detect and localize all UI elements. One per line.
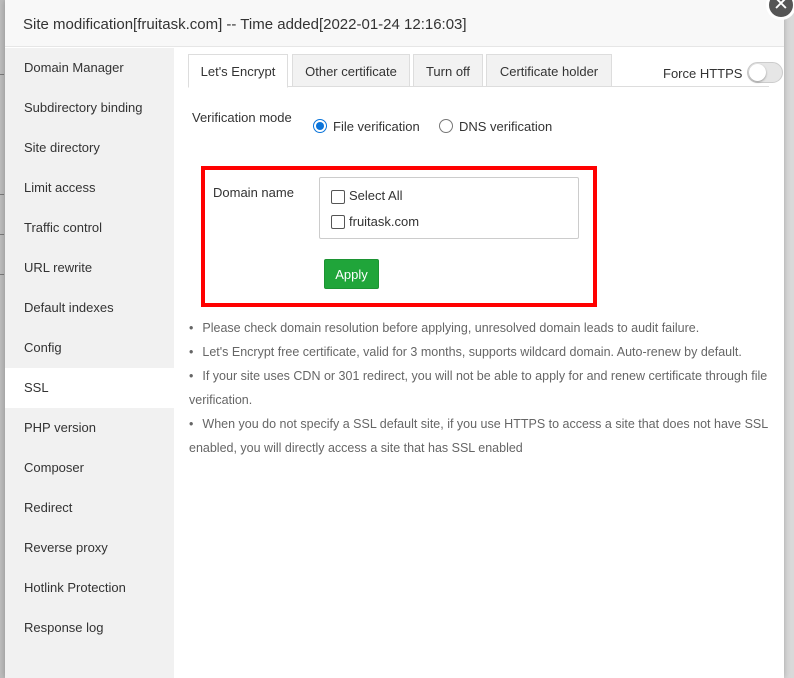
backdrop-mark	[0, 234, 4, 235]
sidebar-item-reverse-proxy[interactable]: Reverse proxy	[5, 528, 174, 568]
domain-checkbox-label[interactable]: fruitask.com	[349, 214, 419, 229]
tab-certificate-holder[interactable]: Certificate holder	[486, 54, 612, 87]
backdrop-mark	[0, 274, 4, 275]
site-modification-dialog: Site modification[fruitask.com] -- Time …	[5, 0, 784, 678]
ssl-notes: Please check domain resolution before ap…	[189, 316, 769, 460]
sidebar: Domain Manager Subdirectory binding Site…	[5, 48, 174, 678]
file-verification-label[interactable]: File verification	[333, 119, 420, 134]
backdrop-mark	[0, 194, 4, 195]
apply-button[interactable]: Apply	[324, 259, 379, 289]
tab-turn-off[interactable]: Turn off	[413, 54, 483, 87]
verification-mode-label: Verification mode	[192, 110, 292, 125]
toggle-knob	[749, 64, 766, 81]
sidebar-item-redirect[interactable]: Redirect	[5, 488, 174, 528]
ssl-tabs: Let's Encrypt Other certificate Turn off…	[188, 54, 783, 88]
backdrop-mark	[0, 74, 4, 75]
force-https-label: Force HTTPS	[663, 66, 743, 81]
sidebar-item-composer[interactable]: Composer	[5, 448, 174, 488]
sidebar-item-php-version[interactable]: PHP version	[5, 408, 174, 448]
select-all-checkbox[interactable]	[331, 190, 345, 204]
dialog-title: Site modification[fruitask.com] -- Time …	[5, 0, 784, 47]
ssl-panel: Let's Encrypt Other certificate Turn off…	[174, 48, 784, 678]
note-item: If your site uses CDN or 301 redirect, y…	[189, 364, 769, 412]
tab-lets-encrypt[interactable]: Let's Encrypt	[188, 54, 288, 88]
note-item: When you do not specify a SSL default si…	[189, 412, 769, 460]
select-all-label[interactable]: Select All	[349, 188, 402, 203]
sidebar-item-ssl[interactable]: SSL	[5, 368, 174, 408]
dns-verification-label[interactable]: DNS verification	[459, 119, 552, 134]
dns-verification-radio[interactable]	[439, 119, 453, 133]
backdrop-right	[784, 0, 794, 678]
sidebar-item-response-log[interactable]: Response log	[5, 608, 174, 648]
domain-name-label: Domain name	[213, 185, 294, 200]
sidebar-item-domain-manager[interactable]: Domain Manager	[5, 48, 174, 88]
file-verification-radio[interactable]	[313, 119, 327, 133]
sidebar-item-site-directory[interactable]: Site directory	[5, 128, 174, 168]
sidebar-item-url-rewrite[interactable]: URL rewrite	[5, 248, 174, 288]
note-item: Please check domain resolution before ap…	[189, 316, 769, 340]
sidebar-item-subdirectory-binding[interactable]: Subdirectory binding	[5, 88, 174, 128]
force-https-toggle[interactable]	[747, 62, 783, 83]
sidebar-item-default-indexes[interactable]: Default indexes	[5, 288, 174, 328]
tab-other-certificate[interactable]: Other certificate	[292, 54, 410, 87]
sidebar-item-limit-access[interactable]: Limit access	[5, 168, 174, 208]
domain-checkbox[interactable]	[331, 215, 345, 229]
sidebar-item-traffic-control[interactable]: Traffic control	[5, 208, 174, 248]
domain-list: Select All fruitask.com	[319, 177, 579, 239]
note-item: Let's Encrypt free certificate, valid fo…	[189, 340, 769, 364]
sidebar-item-hotlink-protection[interactable]: Hotlink Protection	[5, 568, 174, 608]
sidebar-item-config[interactable]: Config	[5, 328, 174, 368]
